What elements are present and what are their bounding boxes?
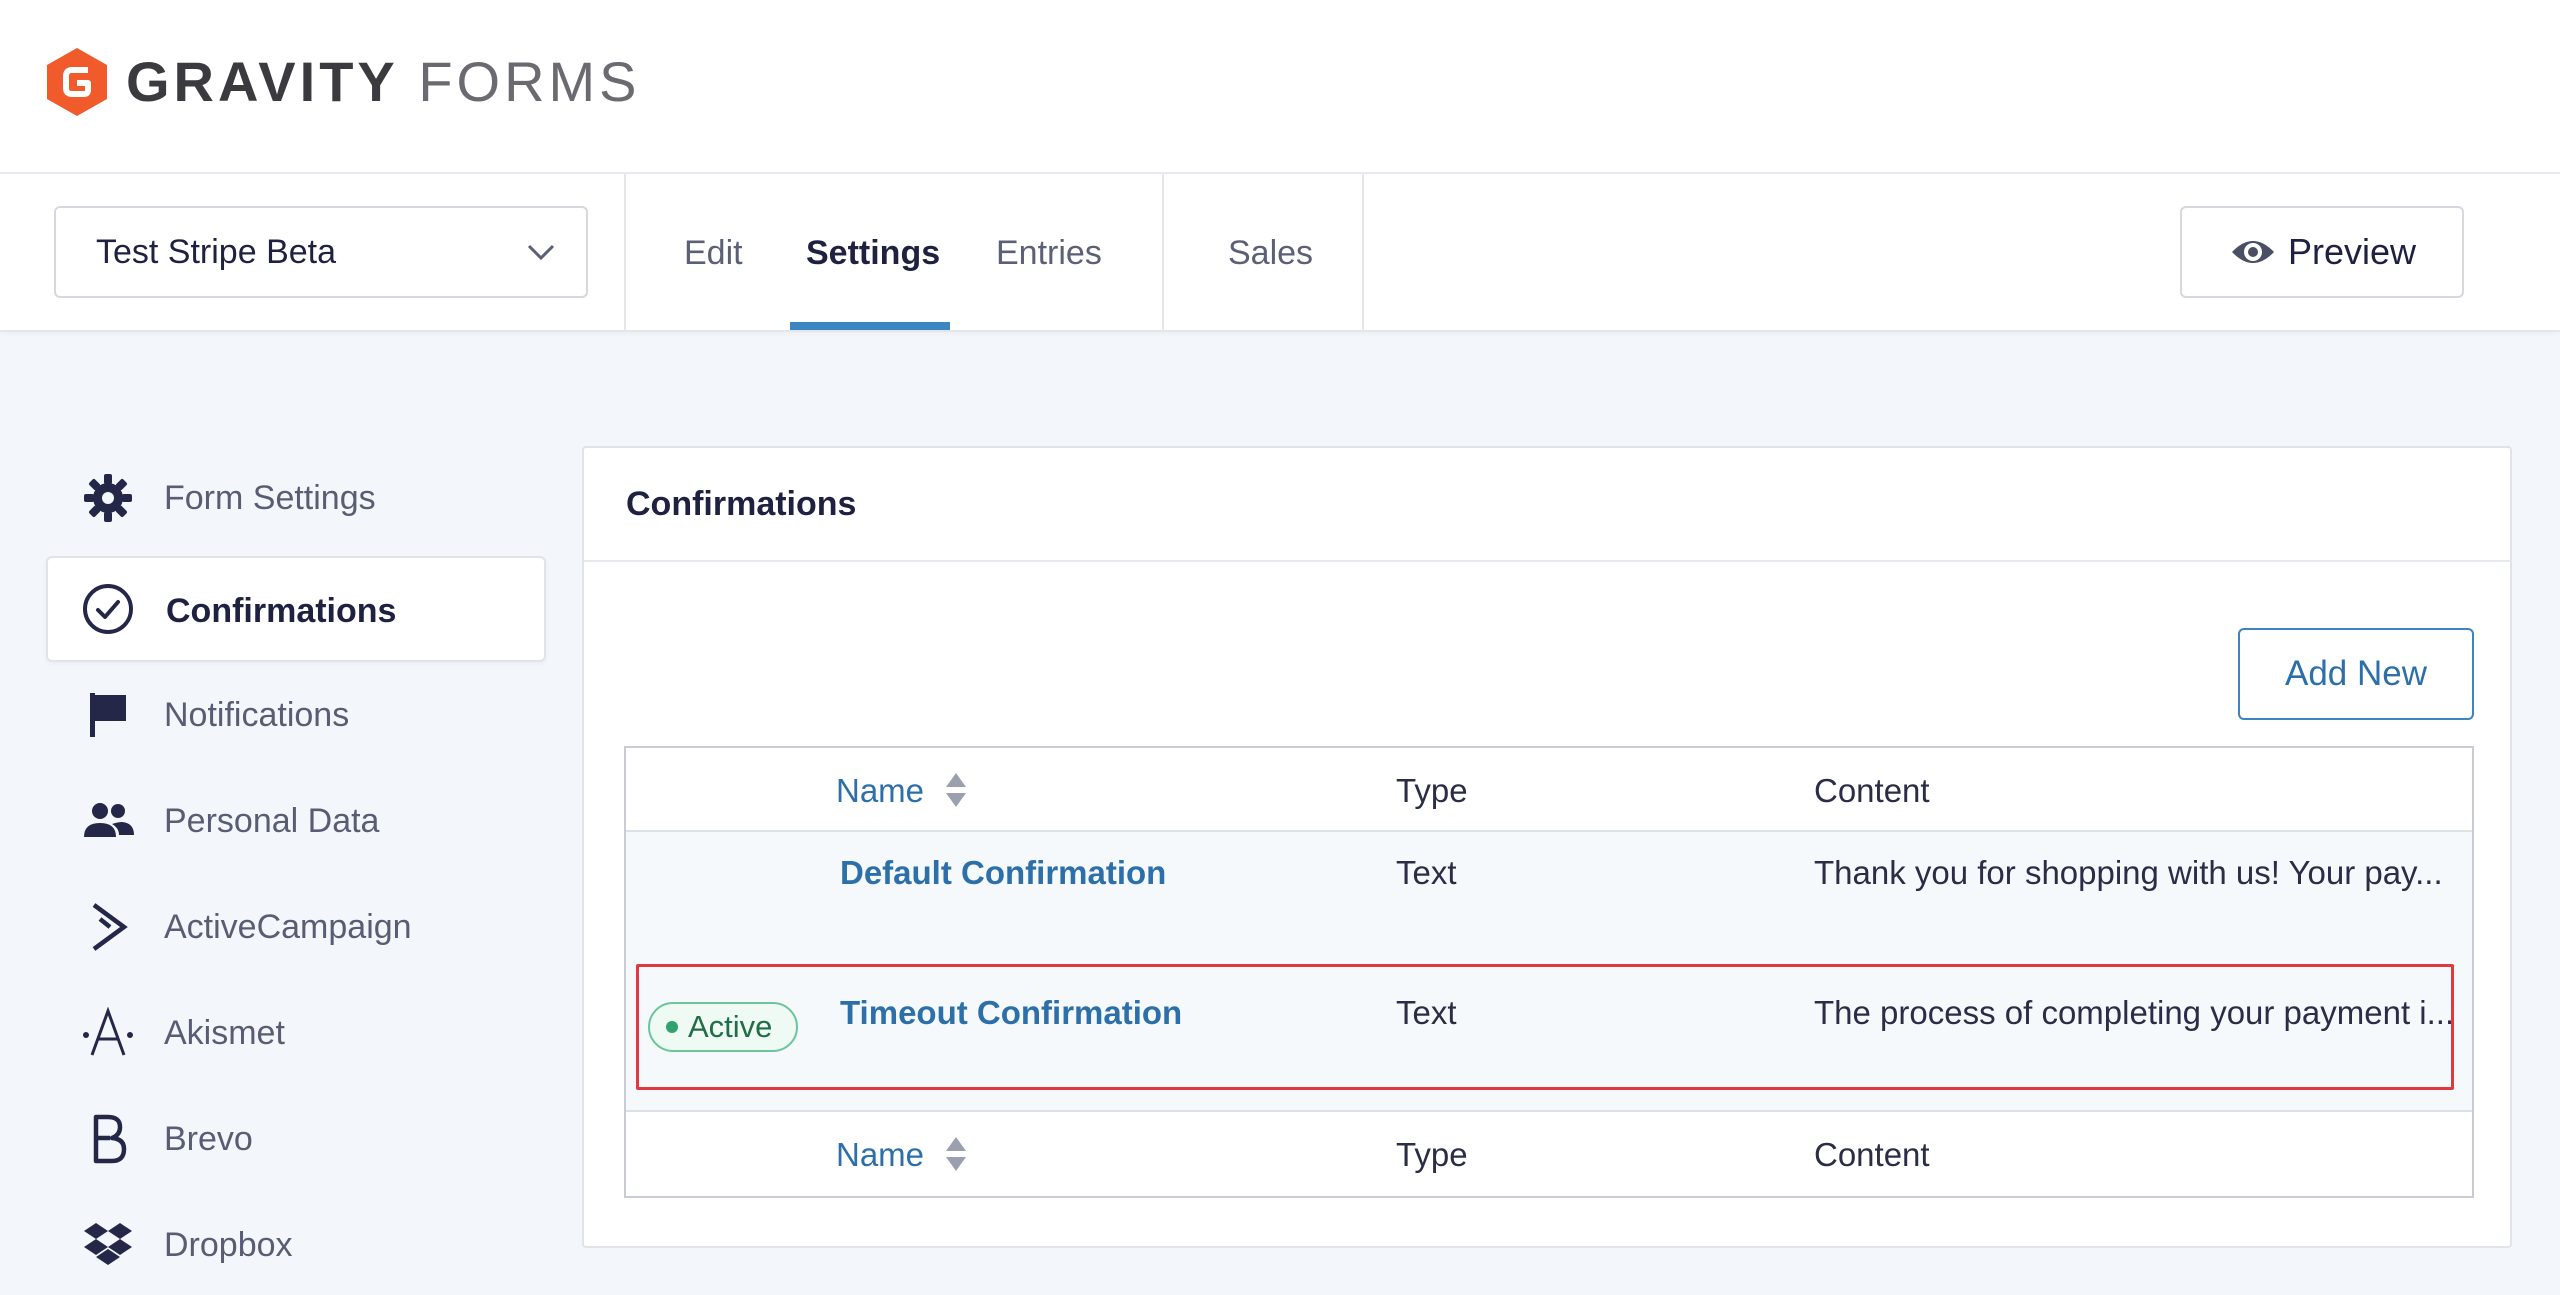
table-header-row: Name Type Content xyxy=(626,748,2472,832)
sidebar-item-confirmations[interactable]: Confirmations xyxy=(46,556,546,662)
sidebar-item-label: ActiveCampaign xyxy=(164,908,412,946)
confirmation-content: Thank you for shopping with us! Your pay… xyxy=(1814,854,2443,891)
sidebar-item-dropbox[interactable]: Dropbox xyxy=(46,1192,546,1295)
logo-header: GRAVITY FORMS xyxy=(0,0,2560,174)
sidebar-item-label: Dropbox xyxy=(164,1226,293,1264)
brand-name-bold: GRAVITY xyxy=(126,50,399,113)
sidebar-item-label: Personal Data xyxy=(164,802,380,840)
preview-label: Preview xyxy=(2288,231,2417,272)
brand-name-light: FORMS xyxy=(418,50,641,113)
sidebar-item-label: Confirmations xyxy=(166,592,397,630)
toolbar-divider xyxy=(624,174,626,332)
confirmation-type: Text xyxy=(1396,994,1457,1031)
sidebar-item-label: Notifications xyxy=(164,696,350,734)
column-header-label: Name xyxy=(836,772,925,809)
akismet-icon xyxy=(83,1007,133,1056)
status-dot-icon xyxy=(666,1021,678,1033)
gravity-forms-logo-icon xyxy=(47,48,107,116)
check-circle-icon xyxy=(83,584,133,634)
users-icon xyxy=(84,803,134,837)
confirmation-name-link[interactable]: Default Confirmation xyxy=(840,854,1166,892)
eye-icon xyxy=(2232,241,2274,263)
table-row: Active Timeout Confirmation Text The pro… xyxy=(626,972,2472,1112)
tab-edit[interactable]: Edit xyxy=(684,174,743,332)
sidebar-item-label: Form Settings xyxy=(164,479,376,517)
confirmation-content: The process of completing your payment i… xyxy=(1814,994,2455,1031)
sidebar-item-notifications[interactable]: Notifications xyxy=(46,662,546,768)
sidebar-item-label: Akismet xyxy=(164,1014,285,1052)
confirmations-panel: Confirmations Add New Name Type Content … xyxy=(582,446,2512,1248)
tab-sales[interactable]: Sales xyxy=(1228,174,1313,332)
flag-icon xyxy=(90,693,126,737)
brevo-icon xyxy=(93,1114,127,1164)
sidebar-item-activecampaign[interactable]: ActiveCampaign xyxy=(46,874,546,980)
table-row: Default Confirmation Text Thank you for … xyxy=(626,832,2472,972)
activecampaign-icon xyxy=(92,903,128,951)
form-toolbar: Test Stripe Beta Edit Settings Entries S… xyxy=(0,174,2560,332)
sidebar-item-form-settings[interactable]: Form Settings xyxy=(46,445,546,551)
active-tab-indicator xyxy=(790,322,950,330)
preview-button[interactable]: Preview xyxy=(2180,206,2464,298)
column-header-name[interactable]: Name xyxy=(836,772,967,810)
sidebar-item-akismet[interactable]: Akismet xyxy=(46,980,546,1086)
tab-entries[interactable]: Entries xyxy=(996,174,1102,332)
column-footer-name[interactable]: Name xyxy=(836,1136,967,1174)
confirmation-type: Text xyxy=(1396,854,1457,891)
column-footer-type: Type xyxy=(1396,1136,1468,1173)
column-footer-label: Name xyxy=(836,1136,925,1173)
table-footer-row: Name Type Content xyxy=(626,1112,2472,1196)
status-badge[interactable]: Active xyxy=(648,1002,798,1052)
toolbar-divider xyxy=(1162,174,1164,332)
status-badge-label: Active xyxy=(688,1009,773,1044)
column-footer-content: Content xyxy=(1814,1136,1930,1173)
add-new-button[interactable]: Add New xyxy=(2238,628,2474,720)
chevron-down-icon xyxy=(527,244,555,261)
confirmations-table: Name Type Content Default Confirmation T… xyxy=(624,746,2474,1198)
sidebar-item-label: Brevo xyxy=(164,1120,253,1158)
gear-icon xyxy=(84,474,132,522)
confirmation-name-link[interactable]: Timeout Confirmation xyxy=(840,994,1182,1032)
column-header-content: Content xyxy=(1814,772,1930,809)
dropbox-icon xyxy=(84,1223,132,1265)
toolbar-divider xyxy=(1362,174,1364,332)
sidebar-item-brevo[interactable]: Brevo xyxy=(46,1086,546,1192)
sort-icon xyxy=(946,773,967,808)
form-selector-value: Test Stripe Beta xyxy=(96,233,337,271)
sort-icon xyxy=(946,1137,967,1172)
form-selector-dropdown[interactable]: Test Stripe Beta xyxy=(54,206,588,298)
tab-settings[interactable]: Settings xyxy=(806,174,940,332)
column-header-type: Type xyxy=(1396,772,1468,809)
panel-title: Confirmations xyxy=(584,448,2510,562)
sidebar-item-personal-data[interactable]: Personal Data xyxy=(46,768,546,874)
brand-name: GRAVITY FORMS xyxy=(126,46,641,118)
